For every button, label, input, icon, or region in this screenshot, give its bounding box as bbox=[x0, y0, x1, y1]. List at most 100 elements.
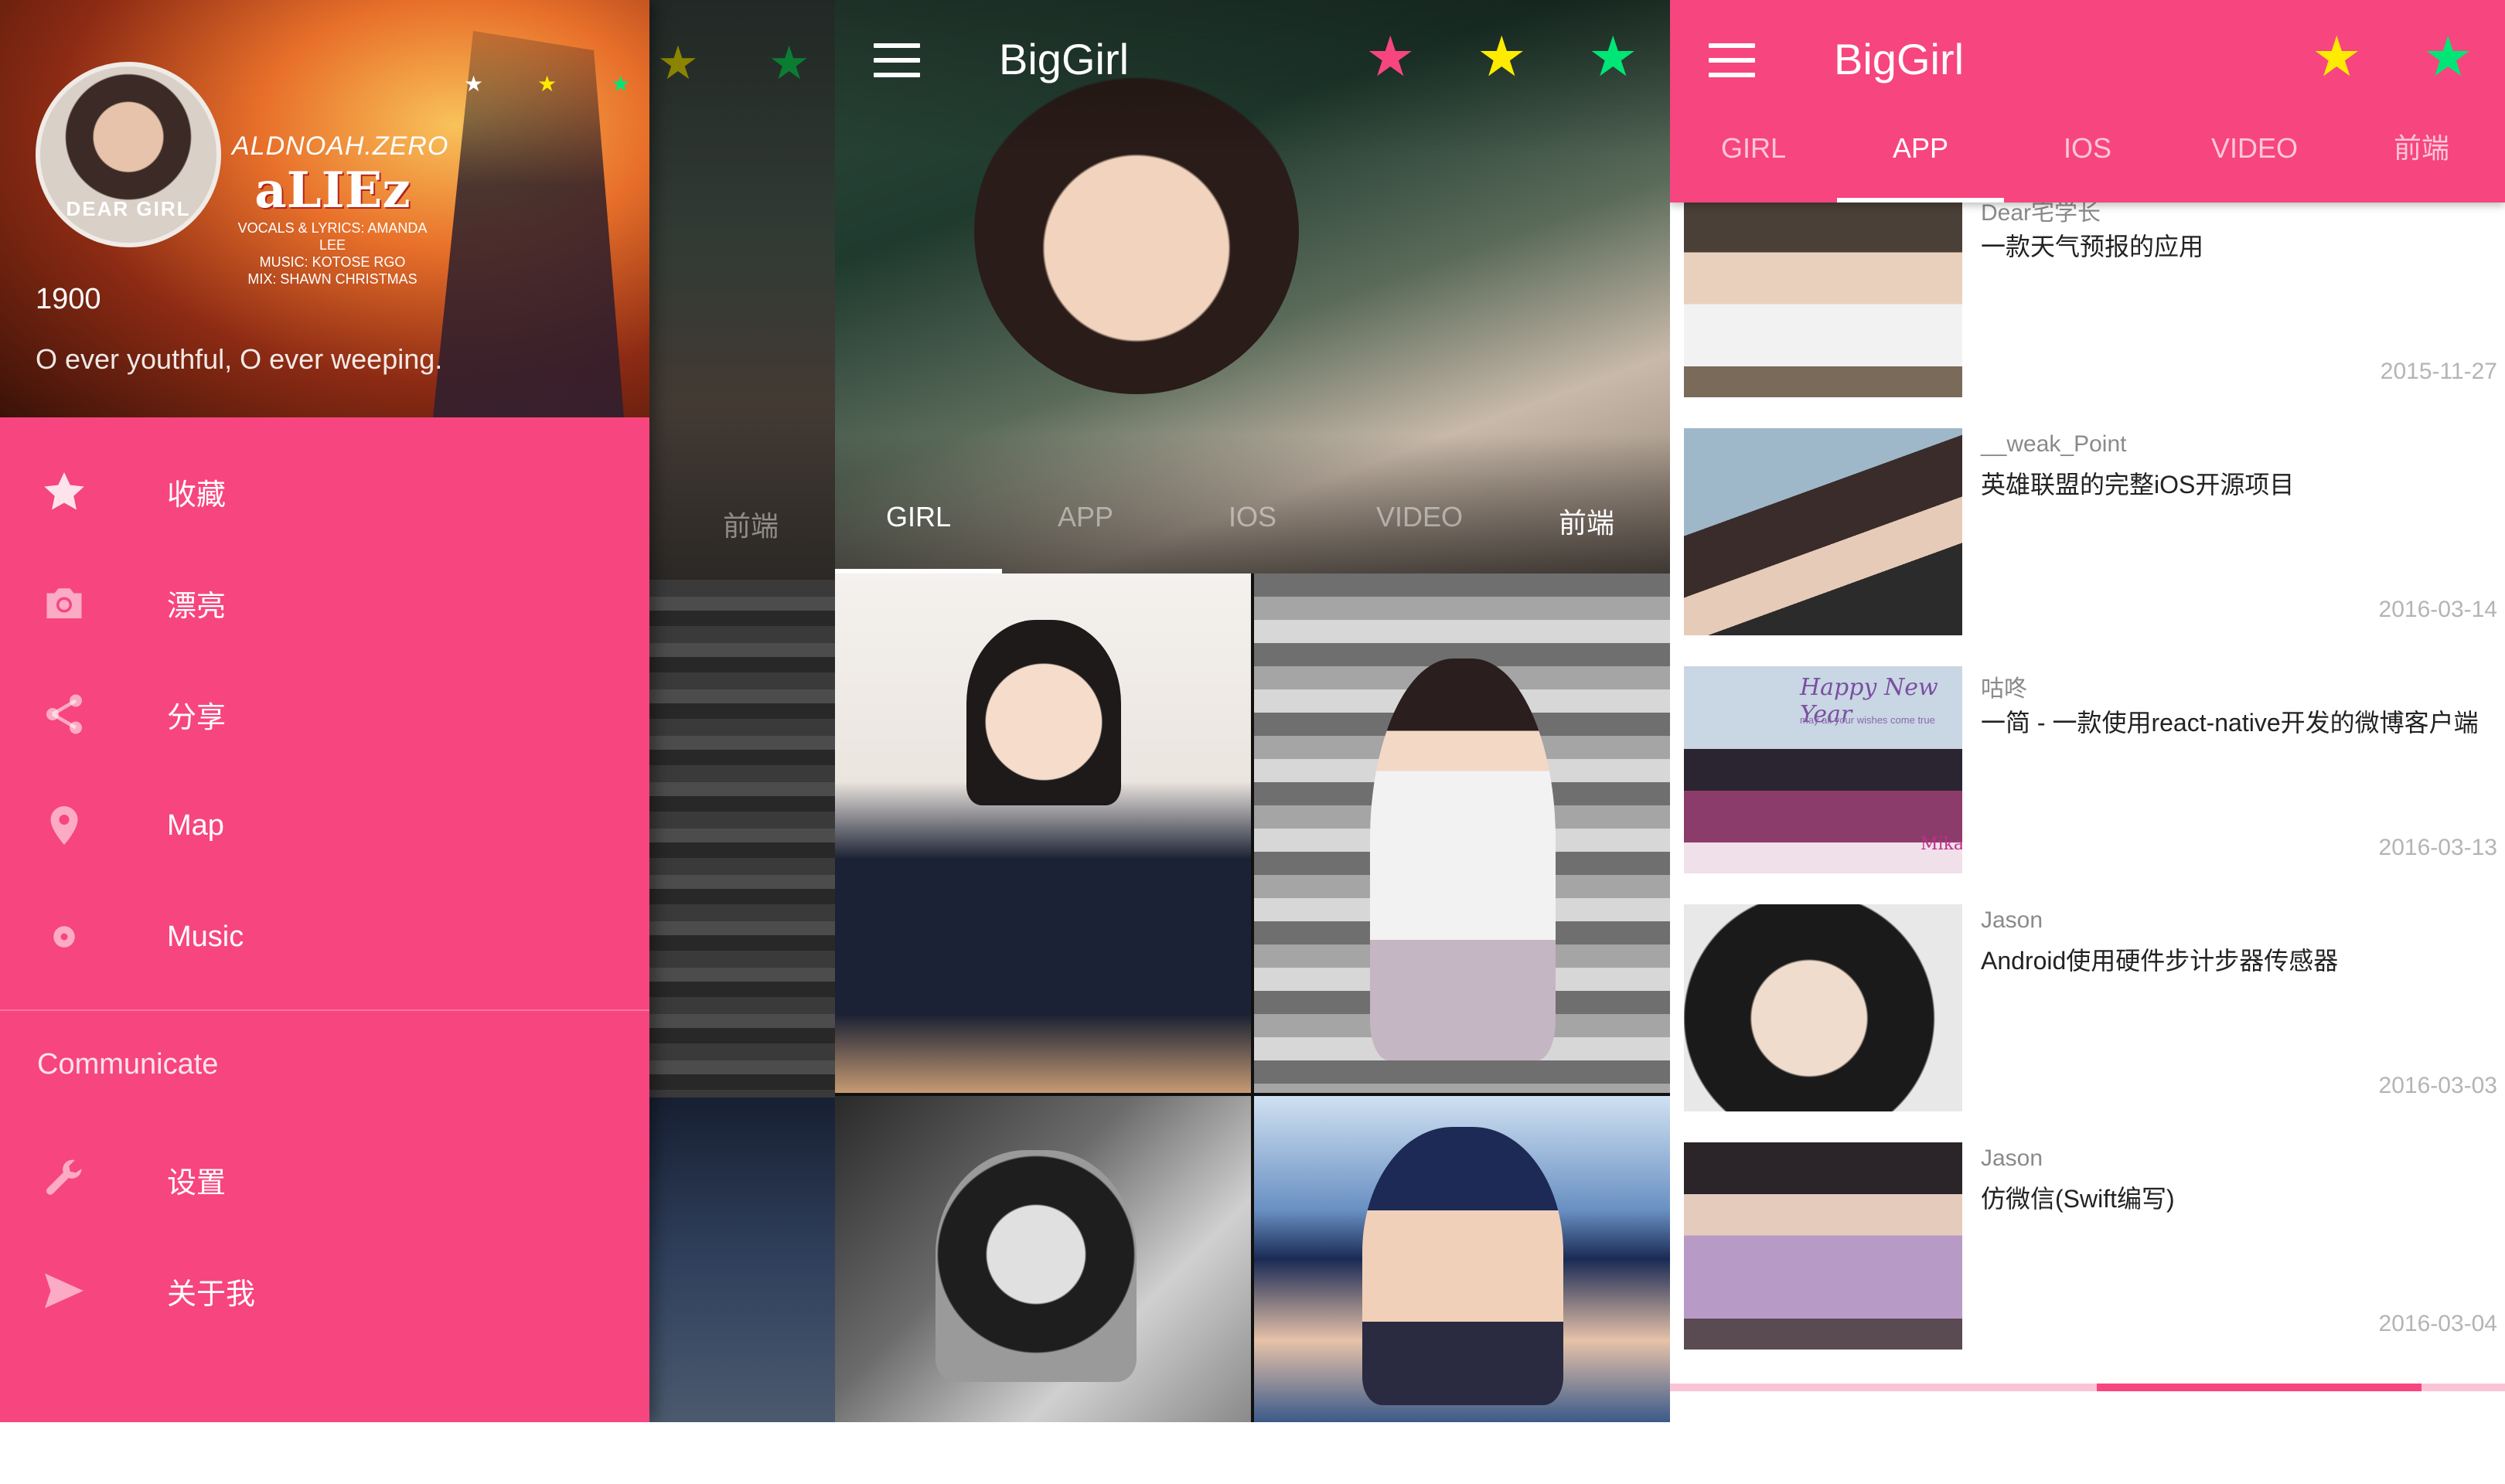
tab-indicator bbox=[1837, 198, 2004, 203]
menu-item-pretty[interactable]: 漂亮 bbox=[0, 547, 649, 659]
tab-label: VIDEO bbox=[1375, 501, 1464, 533]
artwork-credit-2: MUSIC: KOTOSE RGO bbox=[259, 254, 406, 270]
star-green-icon: ★ bbox=[611, 72, 631, 96]
menu-item-settings[interactable]: 设置 bbox=[0, 1124, 649, 1235]
tab-label: IOS bbox=[1228, 501, 1276, 533]
hamburger-icon[interactable] bbox=[1709, 43, 1755, 77]
menu-label: Music bbox=[167, 920, 244, 953]
star-green-icon[interactable]: ★ bbox=[1588, 29, 1638, 85]
star-pink-icon[interactable]: ★ bbox=[1365, 29, 1416, 85]
artwork-credit-1: VOCALS & LYRICS: AMANDA LEE bbox=[237, 220, 428, 253]
list-thumbnail bbox=[1684, 904, 1962, 1111]
drawer-screen: ★ ★ 前端 ALDNOAH.ZERO aLIEz VOCALS & LYRIC… bbox=[0, 0, 835, 1422]
hamburger-icon[interactable] bbox=[874, 43, 920, 77]
user-name: 1900 bbox=[36, 283, 101, 315]
menu-label: 设置 bbox=[167, 1166, 227, 1200]
tab-label: VIDEO bbox=[2210, 132, 2299, 164]
avatar-label: DEAR GIRL bbox=[66, 197, 191, 220]
list-author: Jason bbox=[1981, 1145, 2043, 1171]
star-white-icon: ★ bbox=[464, 72, 484, 96]
grid-photo[interactable] bbox=[1254, 1096, 1670, 1422]
menu-item-map[interactable]: Map bbox=[0, 770, 649, 881]
star-green-icon[interactable]: ★ bbox=[2423, 29, 2473, 85]
header-artwork-text: ALDNOAH.ZERO aLIEz VOCALS & LYRICS: AMAN… bbox=[232, 131, 449, 288]
avatar[interactable]: DEAR GIRL bbox=[36, 62, 221, 247]
list-item[interactable]: Jason 仿微信(Swift编写) 2016-03-04 bbox=[1670, 1132, 2505, 1370]
menu-item-music[interactable]: Music bbox=[0, 881, 649, 992]
artwork-title: ALDNOAH.ZERO bbox=[232, 131, 449, 161]
menu-label: 分享 bbox=[167, 701, 227, 734]
app-title: BigGirl bbox=[1834, 35, 1965, 83]
grid-photo[interactable] bbox=[835, 1096, 1251, 1422]
star-yellow-icon: ★ bbox=[657, 37, 699, 89]
menu-label: Map bbox=[167, 808, 224, 842]
scrim[interactable] bbox=[649, 0, 835, 1422]
tab-girl[interactable]: GIRL bbox=[835, 501, 1002, 574]
location-pin-icon bbox=[0, 802, 167, 849]
artwork-credit-3: MIX: SHAWN CHRISTMAS bbox=[247, 271, 418, 287]
list-author: 咕咚 bbox=[1981, 676, 2027, 702]
thumb-subcaption: may all your wishes come true bbox=[1800, 714, 1935, 726]
page-indicator-track bbox=[1670, 1384, 2505, 1391]
list-date: 2015-11-27 bbox=[2380, 359, 2497, 384]
tab-bar: GIRL APP IOS VIDEO 前端 bbox=[835, 501, 1670, 574]
star-icon bbox=[0, 468, 167, 515]
star-green-icon: ★ bbox=[768, 37, 810, 89]
list-title: 英雄联盟的完整iOS开源项目 bbox=[1981, 471, 2295, 499]
app-bar: BigGirl ★ ★ GIRL APP IOS VIDEO 前端 bbox=[1670, 0, 2505, 203]
menu-item-about[interactable]: 关于我 bbox=[0, 1235, 649, 1346]
list-title: 仿微信(Swift编写) bbox=[1981, 1185, 2175, 1213]
tab-frontend[interactable]: 前端 bbox=[2338, 127, 2505, 203]
menu-label: 漂亮 bbox=[167, 590, 227, 623]
divider bbox=[0, 1009, 649, 1011]
background-content-peek: ★ ★ 前端 bbox=[649, 0, 835, 1422]
tab-label: APP bbox=[1892, 132, 1949, 164]
list-author: Jason bbox=[1981, 907, 2043, 933]
tab-label: IOS bbox=[2063, 132, 2111, 164]
list-author: __weak_Point bbox=[1981, 431, 2127, 457]
navigation-drawer: ALDNOAH.ZERO aLIEz VOCALS & LYRICS: AMAN… bbox=[0, 0, 649, 1422]
list-thumbnail bbox=[1684, 428, 1962, 635]
list-date: 2016-03-14 bbox=[2378, 597, 2497, 622]
tab-girl[interactable]: GIRL bbox=[1670, 127, 1837, 203]
list-title: 一简 - 一款使用react-native开发的微博客户端 bbox=[1981, 709, 2479, 737]
list-item[interactable]: Happy New Year may all your wishes come … bbox=[1670, 655, 2505, 893]
grid-photo[interactable] bbox=[1254, 574, 1670, 1093]
grid-photo[interactable] bbox=[835, 574, 1251, 1093]
tab-label: APP bbox=[1057, 501, 1114, 533]
list-item[interactable]: __weak_Point 英雄联盟的完整iOS开源项目 2016-03-14 bbox=[1670, 417, 2505, 655]
list-item[interactable]: Dear宅学长 一款天气预报的应用 2015-11-27 bbox=[1670, 179, 2505, 417]
star-yellow-icon[interactable]: ★ bbox=[2312, 29, 2362, 85]
peek-tab-label: 前端 bbox=[723, 510, 779, 542]
menu-label: 关于我 bbox=[167, 1278, 256, 1311]
list-date: 2016-03-04 bbox=[2378, 1311, 2497, 1336]
tab-label: GIRL bbox=[885, 501, 952, 533]
tab-app[interactable]: APP bbox=[1002, 501, 1169, 574]
tab-ios[interactable]: IOS bbox=[2004, 127, 2171, 203]
tab-video[interactable]: VIDEO bbox=[1336, 501, 1503, 574]
menu-item-share[interactable]: 分享 bbox=[0, 659, 649, 770]
list-title: 一款天气预报的应用 bbox=[1981, 233, 2204, 260]
tab-label: GIRL bbox=[1720, 132, 1787, 164]
toolbar: BigGirl ★ ★ ★ bbox=[835, 0, 1670, 124]
girl-screen: BigGirl ★ ★ ★ GIRL APP IOS VIDEO 前端 bbox=[835, 0, 1670, 1422]
tab-ios[interactable]: IOS bbox=[1169, 501, 1336, 574]
tab-video[interactable]: VIDEO bbox=[2171, 127, 2338, 203]
artwork-logo: aLIEz bbox=[254, 162, 411, 220]
section-title: Communicate bbox=[37, 1048, 219, 1081]
list-date: 2016-03-03 bbox=[2378, 1073, 2497, 1098]
tab-frontend[interactable]: 前端 bbox=[1503, 501, 1670, 574]
thumb-signature: Mika bbox=[1920, 835, 1962, 854]
app-screen: BigGirl ★ ★ GIRL APP IOS VIDEO 前端 Dear宅学… bbox=[1670, 0, 2505, 1422]
app-title: BigGirl bbox=[999, 35, 1130, 83]
list-thumbnail: Happy New Year may all your wishes come … bbox=[1684, 666, 1962, 873]
list-title: Android使用硬件步计步器传感器 bbox=[1981, 947, 2339, 975]
camera-icon bbox=[0, 580, 167, 626]
tab-app[interactable]: APP bbox=[1837, 127, 2004, 203]
star-yellow-icon[interactable]: ★ bbox=[1477, 29, 1527, 85]
menu-item-favorites[interactable]: 收藏 bbox=[0, 436, 649, 547]
wrench-icon bbox=[0, 1156, 167, 1203]
disc-icon bbox=[0, 914, 167, 960]
share-icon bbox=[0, 691, 167, 737]
list-item[interactable]: Jason Android使用硬件步计步器传感器 2016-03-03 bbox=[1670, 893, 2505, 1132]
